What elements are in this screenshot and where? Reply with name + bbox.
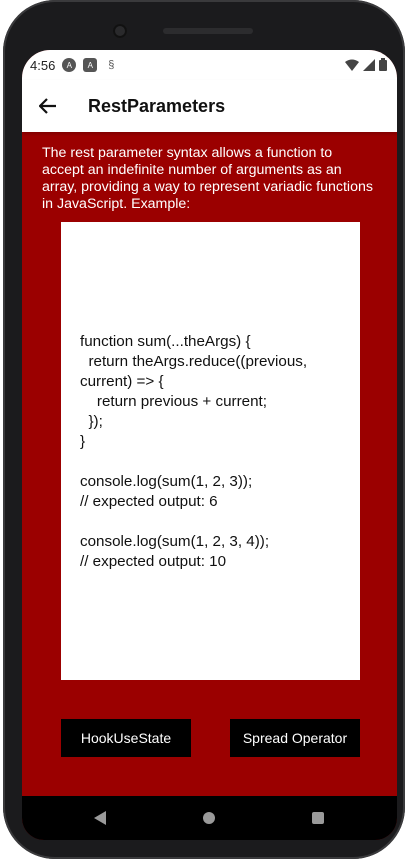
- status-bar: 4:56 A A §: [22, 50, 397, 80]
- s-icon: §: [108, 59, 115, 71]
- page-title: RestParameters: [88, 95, 226, 116]
- screen: 4:56 A A § RestParameters The rest param…: [22, 50, 397, 840]
- a-square-icon: A: [83, 58, 98, 72]
- back-triangle-icon[interactable]: [94, 811, 106, 825]
- arrow-left-icon: [39, 98, 56, 114]
- status-time: 4:56: [30, 57, 56, 73]
- speaker-grille: [163, 28, 253, 34]
- code-example-box: function sum(...theArgs) { return theArg…: [61, 222, 360, 680]
- camera-icon: [113, 24, 127, 38]
- back-button[interactable]: [24, 80, 72, 132]
- wifi-icon: [345, 59, 359, 71]
- phone-frame: 4:56 A A § RestParameters The rest param…: [3, 0, 405, 859]
- app-bar: RestParameters: [22, 80, 397, 132]
- status-right-icons: [345, 58, 387, 71]
- intro-text: The rest parameter syntax allows a funct…: [42, 145, 373, 212]
- system-nav-bar: [22, 796, 397, 840]
- a-badge-icon: A: [62, 58, 77, 72]
- hook-use-state-button[interactable]: HookUseState: [61, 719, 191, 757]
- code-example: function sum(...theArgs) { return theArg…: [80, 333, 308, 570]
- home-circle-icon[interactable]: [203, 812, 215, 824]
- signal-icon: [363, 58, 375, 71]
- battery-icon: [379, 58, 387, 71]
- recents-square-icon[interactable]: [312, 812, 324, 824]
- spread-operator-button[interactable]: Spread Operator: [230, 719, 360, 757]
